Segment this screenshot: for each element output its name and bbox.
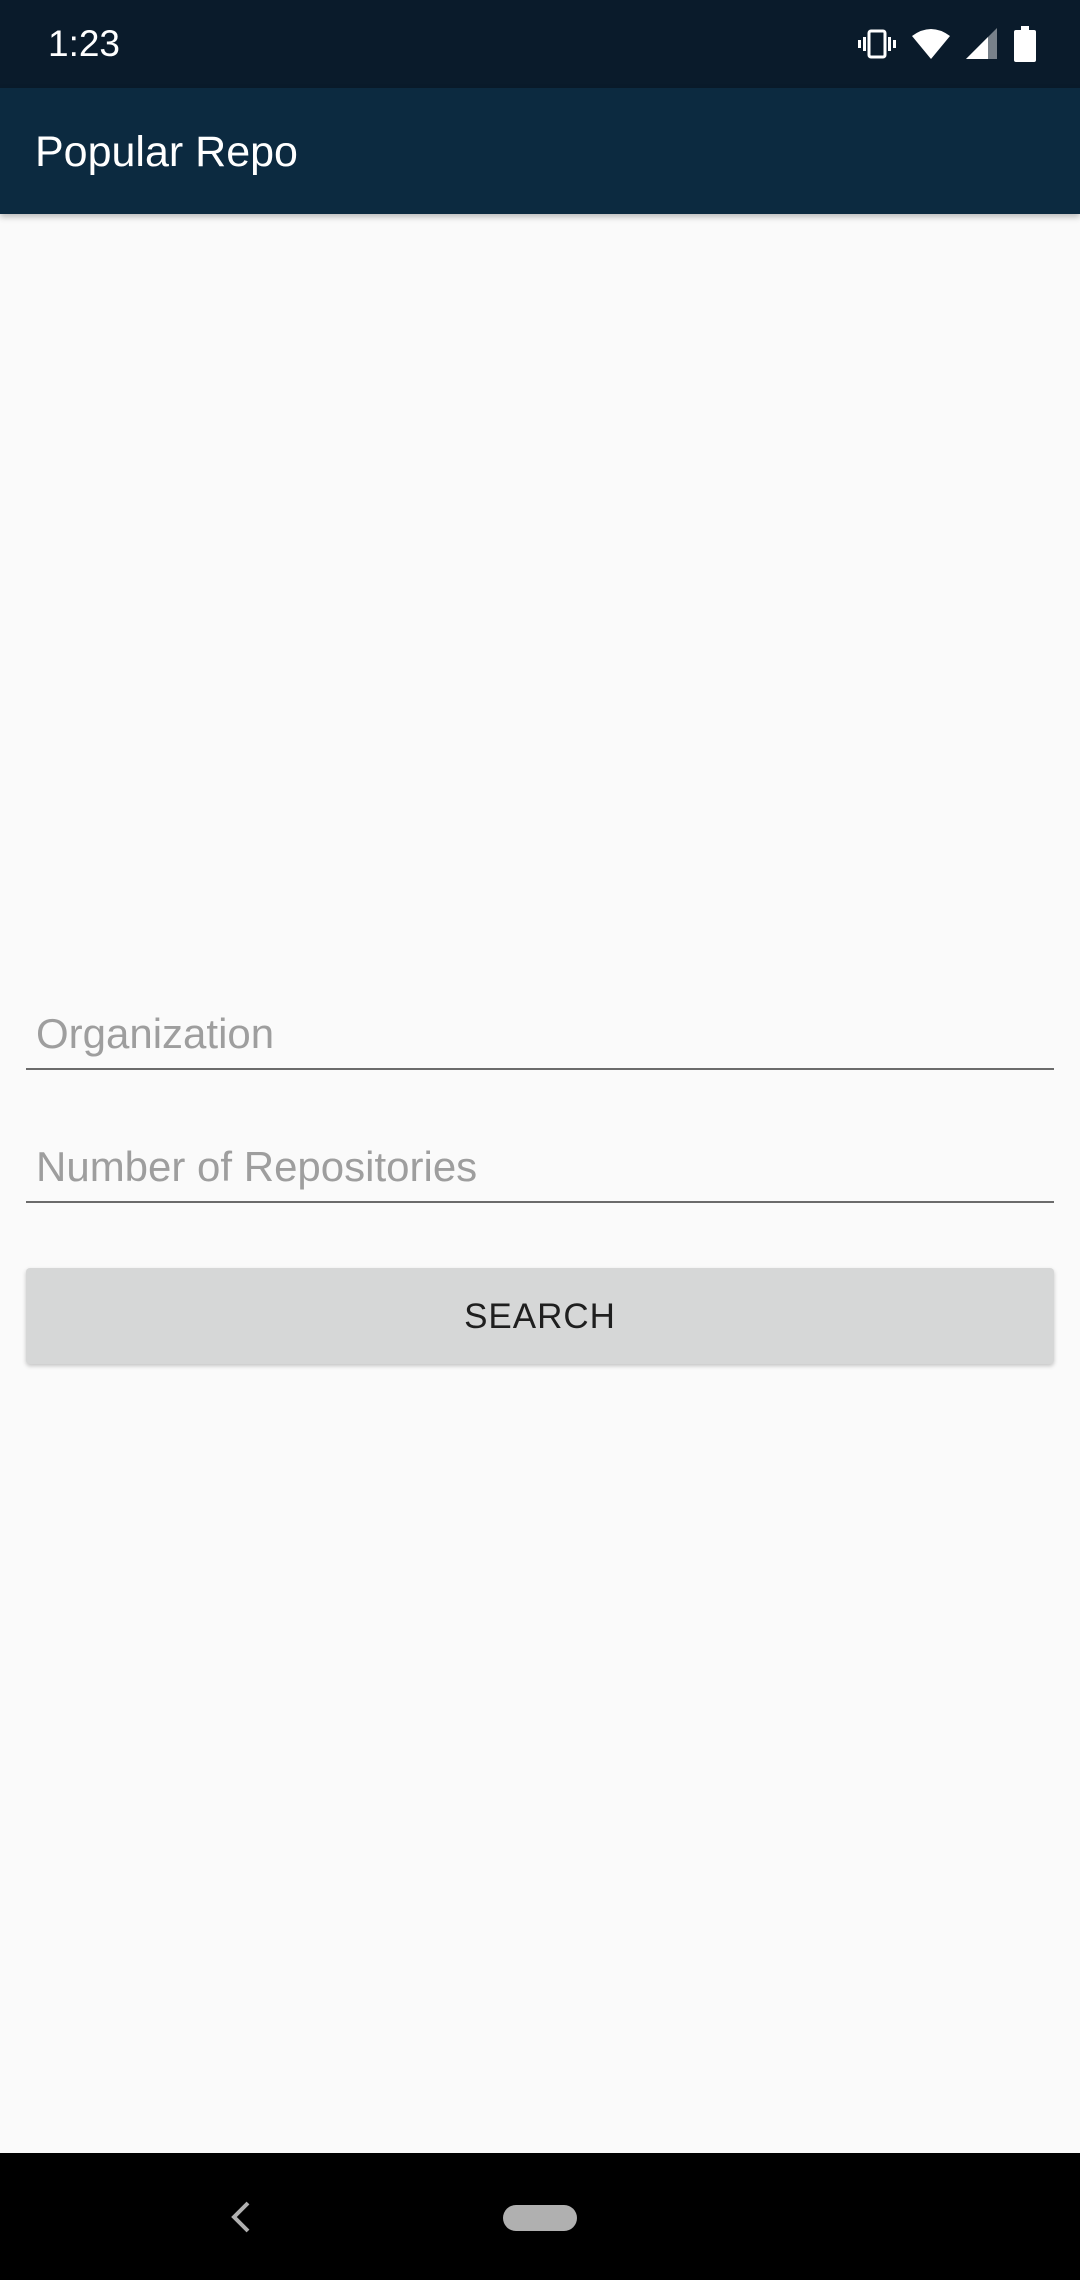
home-pill-icon[interactable] xyxy=(503,2205,577,2231)
status-bar: 1:23 xyxy=(0,0,1080,88)
search-button[interactable]: SEARCH xyxy=(26,1268,1054,1364)
organization-input[interactable] xyxy=(36,1004,1036,1064)
back-icon[interactable] xyxy=(226,2199,256,2235)
battery-icon xyxy=(1014,26,1036,62)
app-title: Popular Repo xyxy=(35,128,298,176)
status-time: 1:23 xyxy=(48,23,121,64)
repositories-field xyxy=(26,1121,1054,1203)
signal-icon xyxy=(966,28,998,60)
app-screen: 1:23 Popular Repo Organization Number of… xyxy=(0,0,1080,2280)
repositories-count-input[interactable] xyxy=(36,1137,1036,1197)
vibrate-icon xyxy=(858,29,896,59)
wifi-icon xyxy=(912,28,950,60)
organization-field xyxy=(26,988,1054,1070)
app-bar: Popular Repo xyxy=(0,88,1080,214)
navigation-bar xyxy=(0,2153,1080,2280)
status-icons xyxy=(858,24,1036,64)
